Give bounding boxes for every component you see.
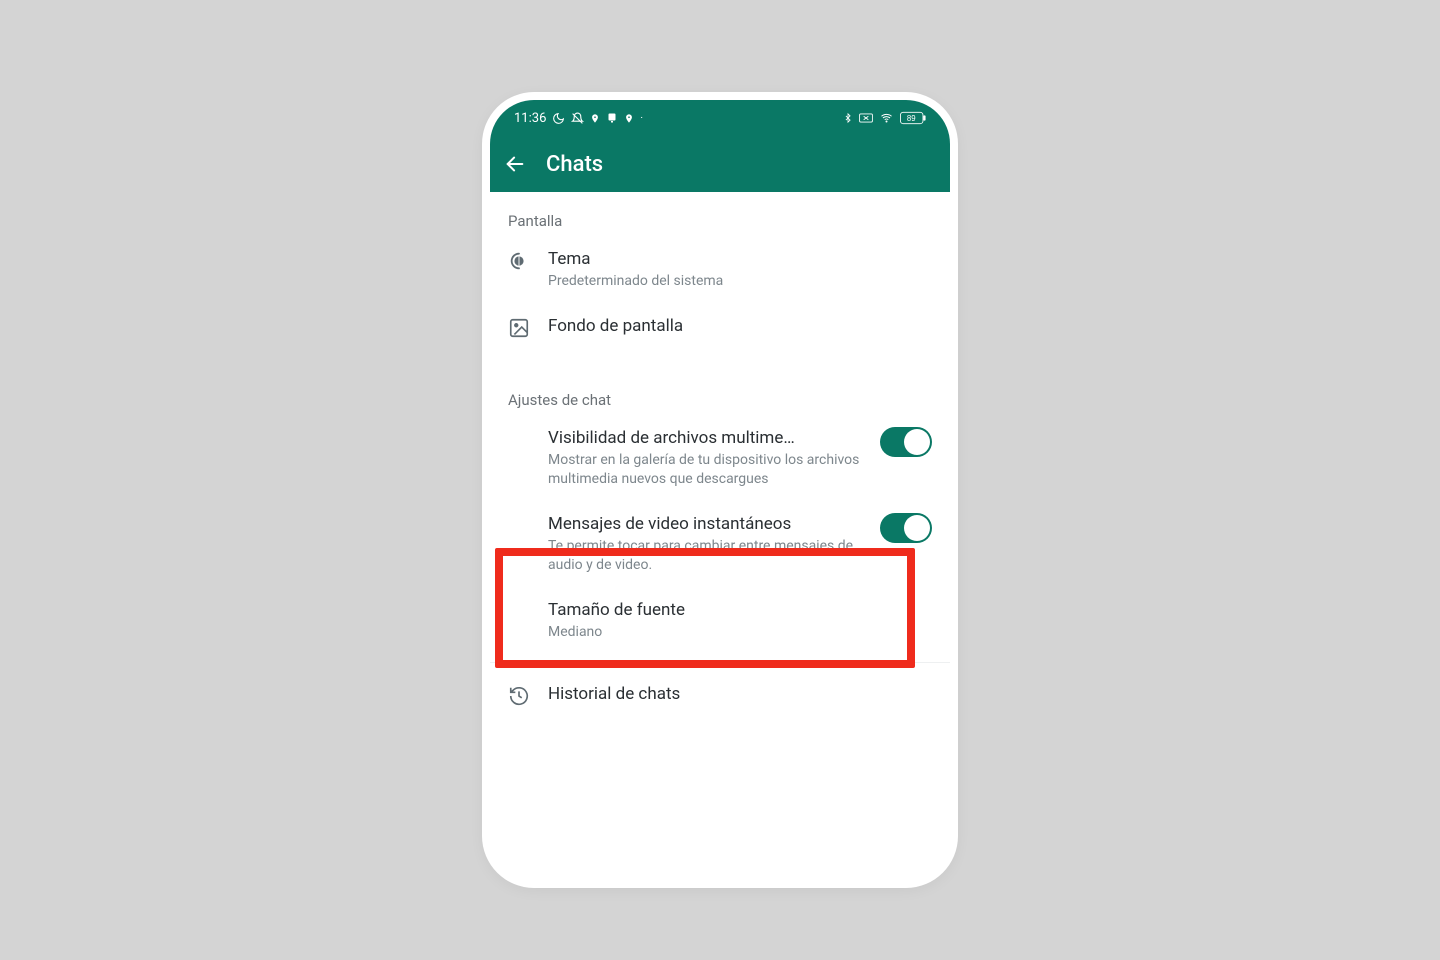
statusbar: 11:36 · [490, 100, 950, 136]
statusbar-left: 11:36 · [514, 111, 643, 126]
nosim-icon [859, 112, 873, 124]
moon-icon [552, 112, 565, 125]
media-visibility-label: Visibilidad de archivos multime… [548, 427, 798, 449]
font-size-value: Mediano [548, 623, 932, 642]
history-icon [508, 683, 548, 707]
theme-value: Predeterminado del sistema [548, 272, 932, 291]
divider [490, 662, 950, 663]
row-chat-history[interactable]: Historial de chats [490, 671, 950, 719]
instant-video-toggle[interactable] [880, 513, 932, 543]
statusbar-right: 89 [843, 111, 926, 125]
location-icon-2 [624, 112, 634, 125]
statusbar-more-icon: · [640, 113, 643, 124]
row-media-visibility[interactable]: Visibilidad de archivos multime… Mostrar… [490, 415, 950, 501]
media-visibility-toggle[interactable] [880, 427, 932, 457]
media-visibility-desc: Mostrar en la galería de tu dispositivo … [548, 451, 870, 489]
bluetooth-icon [843, 111, 853, 125]
svg-text:89: 89 [907, 114, 916, 123]
instant-video-label: Mensajes de video instantáneos [548, 513, 870, 535]
arrow-left-icon [504, 153, 526, 175]
font-size-label: Tamaño de fuente [548, 599, 932, 621]
row-wallpaper[interactable]: Fondo de pantalla [490, 303, 950, 351]
section-header-chat: Ajustes de chat [490, 371, 950, 415]
theme-icon [508, 248, 548, 272]
location-icon [590, 112, 600, 125]
appbar: Chats [490, 136, 950, 192]
chat-history-label: Historial de chats [548, 683, 932, 705]
page-title: Chats [546, 152, 603, 177]
statusbar-time: 11:36 [514, 111, 546, 126]
wallpaper-icon [508, 315, 548, 339]
mute-icon [571, 112, 584, 125]
wifi-icon [879, 112, 894, 124]
section-header-display: Pantalla [490, 192, 950, 236]
row-instant-video[interactable]: Mensajes de video instantáneos Te permit… [490, 501, 950, 587]
settings-content: Pantalla Tema Predeterminado del sistema… [490, 192, 950, 759]
instant-video-desc: Te permite tocar para cambiar entre mens… [548, 537, 870, 575]
theme-label: Tema [548, 248, 932, 270]
row-font-size[interactable]: Tamaño de fuente Mediano [490, 587, 950, 654]
notification-icon [606, 112, 618, 124]
wallpaper-label: Fondo de pantalla [548, 315, 932, 337]
phone-frame: 11:36 · [490, 100, 950, 880]
row-theme[interactable]: Tema Predeterminado del sistema [490, 236, 950, 303]
back-button[interactable] [502, 151, 528, 177]
battery-icon: 89 [900, 111, 926, 125]
